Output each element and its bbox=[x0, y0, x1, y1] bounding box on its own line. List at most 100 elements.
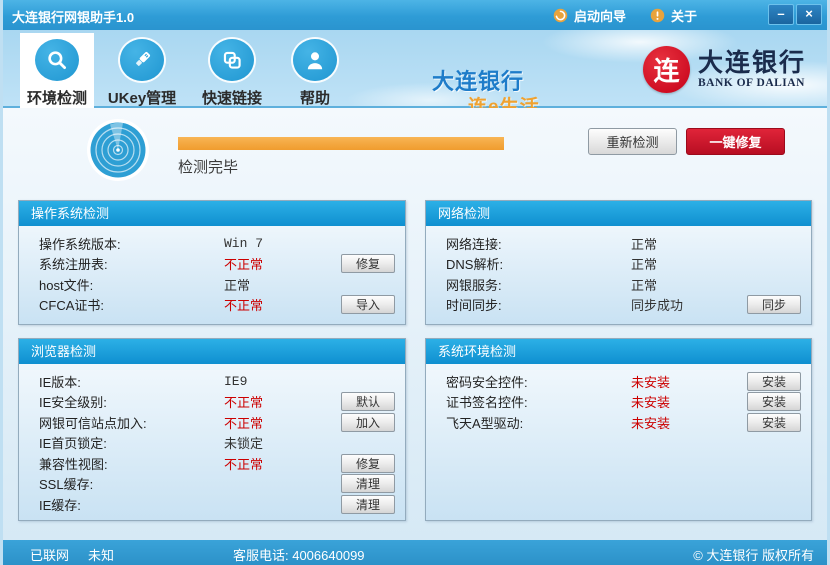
row-value: 不正常 bbox=[224, 392, 263, 411]
row-os-version: 操作系统版本: Win 7 bbox=[39, 233, 405, 254]
bank-name-cn: 大连银行 bbox=[698, 50, 806, 77]
row-dns: DNS解析: 正常 bbox=[446, 254, 811, 275]
bank-logo-icon: 连 bbox=[643, 46, 690, 93]
row-label: host文件: bbox=[39, 275, 224, 294]
row-label: CFCA证书: bbox=[39, 295, 224, 314]
clean-button[interactable]: 清理 bbox=[341, 474, 395, 493]
add-button[interactable]: 加入 bbox=[341, 413, 395, 432]
statusbar: 已联网 未知 客服电话: 4006640099 © 大连银行 版权所有 bbox=[0, 540, 830, 565]
install-button[interactable]: 安装 bbox=[747, 413, 801, 432]
row-label: IE首页锁定: bbox=[39, 433, 224, 452]
app-window: 大连银行网银助手1.0 启动向导 关于 – × bbox=[0, 0, 830, 565]
row-value: 不正常 bbox=[224, 454, 263, 473]
row-time-sync: 时间同步: 同步成功 同步 bbox=[446, 295, 811, 316]
bank-logo: 连 大连银行 BANK OF DALIAN bbox=[643, 46, 806, 93]
row-cfca-cert: CFCA证书: 不正常 导入 bbox=[39, 295, 405, 316]
row-ie-cache: IE缓存: 清理 bbox=[39, 494, 405, 515]
install-button[interactable]: 安装 bbox=[747, 392, 801, 411]
person-icon bbox=[293, 39, 337, 81]
tab-label: 快速链接 bbox=[202, 87, 262, 108]
window-title: 大连银行网银助手1.0 bbox=[12, 7, 134, 26]
panel-title: 系统环境检测 bbox=[426, 339, 811, 364]
wizard-button[interactable]: 启动向导 bbox=[553, 5, 626, 25]
row-value: 同步成功 bbox=[631, 295, 683, 314]
row-host-file: host文件: 正常 bbox=[39, 274, 405, 295]
main-toolbar: 环境检测 UKey管理 bbox=[20, 33, 350, 108]
tab-label: 环境检测 bbox=[27, 87, 87, 108]
import-button[interactable]: 导入 bbox=[341, 295, 395, 314]
row-value: 未安装 bbox=[631, 372, 670, 391]
panel-title: 浏览器检测 bbox=[19, 339, 405, 364]
row-label: 兼容性视图: bbox=[39, 454, 224, 473]
row-label: IE安全级别: bbox=[39, 392, 224, 411]
panel-network-detection: 网络检测 网络连接: 正常 DNS解析: 正常 网银服务: 正常 时间同步: 同… bbox=[425, 200, 812, 325]
row-value: 不正常 bbox=[224, 254, 263, 273]
tab-environment-check[interactable]: 环境检测 bbox=[20, 33, 94, 108]
rescan-button[interactable]: 重新检测 bbox=[588, 128, 677, 155]
row-ebank-service: 网银服务: 正常 bbox=[446, 274, 811, 295]
content-area: 检测完毕 重新检测 一键修复 操作系统检测 操作系统版本: Win 7 系统注册… bbox=[0, 108, 830, 540]
row-label: 网银可信站点加入: bbox=[39, 413, 224, 432]
default-button[interactable]: 默认 bbox=[341, 392, 395, 411]
row-value: 正常 bbox=[224, 275, 250, 294]
install-button[interactable]: 安装 bbox=[747, 372, 801, 391]
wizard-icon bbox=[553, 8, 568, 23]
row-value: 正常 bbox=[631, 254, 657, 273]
tab-quick-links[interactable]: 快速链接 bbox=[190, 33, 274, 108]
row-value: 未安装 bbox=[631, 392, 670, 411]
row-ie-homepage-lock: IE首页锁定: 未锁定 bbox=[39, 433, 405, 454]
repair-button[interactable]: 修复 bbox=[341, 454, 395, 473]
panel-os-detection: 操作系统检测 操作系统版本: Win 7 系统注册表: 不正常 修复 host文… bbox=[18, 200, 406, 325]
row-label: 证书签名控件: bbox=[446, 392, 631, 411]
about-icon bbox=[650, 8, 665, 23]
tab-ukey-management[interactable]: UKey管理 bbox=[100, 33, 184, 108]
row-value: IE9 bbox=[224, 374, 247, 389]
row-label: 系统注册表: bbox=[39, 254, 224, 273]
row-value: 不正常 bbox=[224, 413, 263, 432]
row-ssl-cache: SSL缓存: 清理 bbox=[39, 474, 405, 495]
usb-key-icon bbox=[120, 39, 164, 81]
repair-button[interactable]: 修复 bbox=[341, 254, 395, 273]
row-label: SSL缓存: bbox=[39, 474, 224, 493]
row-value: 未安装 bbox=[631, 413, 670, 432]
row-ie-security-level: IE安全级别: 不正常 默认 bbox=[39, 392, 405, 413]
row-label: 时间同步: bbox=[446, 295, 631, 314]
row-value: 正常 bbox=[631, 275, 657, 294]
tab-label: UKey管理 bbox=[108, 87, 176, 108]
header-banner: 环境检测 UKey管理 bbox=[0, 30, 830, 108]
close-button[interactable]: × bbox=[796, 4, 822, 25]
row-registry: 系统注册表: 不正常 修复 bbox=[39, 254, 405, 275]
network-detail: 未知 bbox=[88, 545, 114, 564]
magnifier-icon bbox=[35, 39, 79, 81]
sync-button[interactable]: 同步 bbox=[747, 295, 801, 314]
row-value: 未锁定 bbox=[224, 433, 263, 452]
row-network-connection: 网络连接: 正常 bbox=[446, 233, 811, 254]
row-value: 不正常 bbox=[224, 295, 263, 314]
row-compat-view: 兼容性视图: 不正常 修复 bbox=[39, 453, 405, 474]
copyright-text: © 大连银行 版权所有 bbox=[693, 545, 814, 564]
row-label: IE版本: bbox=[39, 372, 224, 391]
one-click-fix-button[interactable]: 一键修复 bbox=[686, 128, 785, 155]
about-button[interactable]: 关于 bbox=[650, 5, 697, 25]
scan-progress-fill bbox=[178, 137, 504, 150]
row-password-control: 密码安全控件: 未安装 安装 bbox=[446, 371, 811, 392]
scan-status-text: 检测完毕 bbox=[178, 156, 238, 177]
wizard-label: 启动向导 bbox=[574, 6, 626, 25]
about-label: 关于 bbox=[671, 6, 697, 25]
row-label: 网络连接: bbox=[446, 234, 631, 253]
row-label: 操作系统版本: bbox=[39, 234, 224, 253]
row-label: 飞天A型驱动: bbox=[446, 413, 631, 432]
tab-help[interactable]: 帮助 bbox=[280, 33, 350, 108]
network-status: 已联网 bbox=[30, 545, 69, 564]
panel-browser-detection: 浏览器检测 IE版本: IE9 IE安全级别: 不正常 默认 网银可信站点加入:… bbox=[18, 338, 406, 521]
service-hotline: 客服电话: 4006640099 bbox=[233, 545, 365, 564]
row-label: IE缓存: bbox=[39, 495, 224, 514]
minimize-button[interactable]: – bbox=[768, 4, 794, 25]
panel-title: 网络检测 bbox=[426, 201, 811, 226]
clean-button[interactable]: 清理 bbox=[341, 495, 395, 514]
row-value: 正常 bbox=[631, 234, 657, 253]
row-label: DNS解析: bbox=[446, 254, 631, 273]
radar-icon bbox=[86, 118, 150, 182]
scan-progress-bar bbox=[178, 137, 504, 150]
tab-label: 帮助 bbox=[300, 87, 330, 108]
